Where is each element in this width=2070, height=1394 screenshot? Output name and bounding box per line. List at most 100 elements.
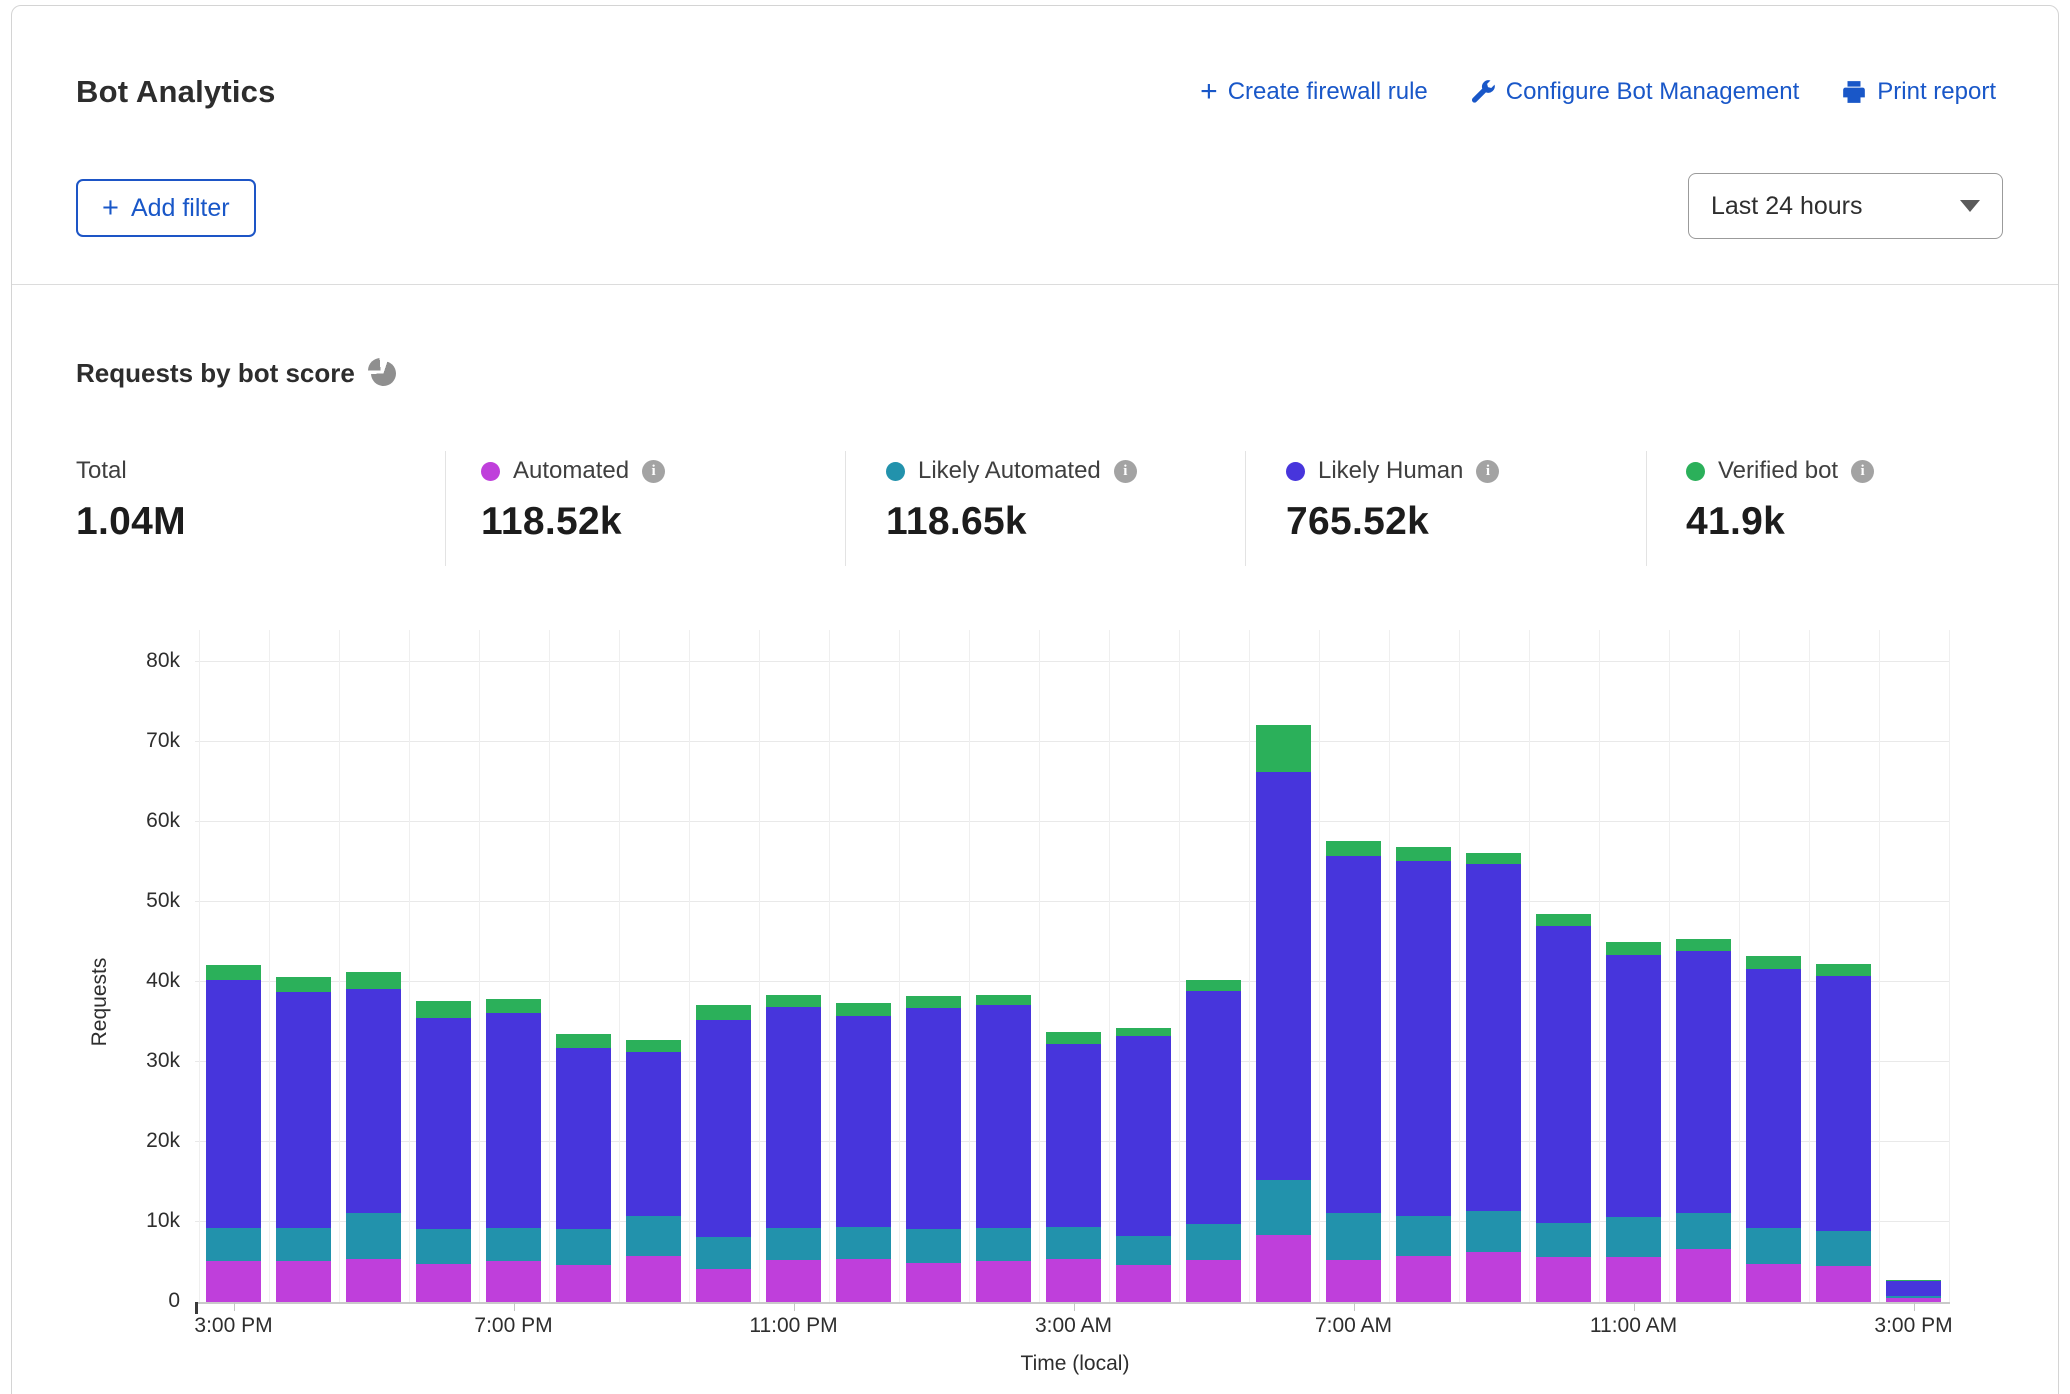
bar-group-9-00-pm[interactable] — [626, 1040, 681, 1302]
bar-segment-likely-automated[interactable] — [1676, 1213, 1731, 1249]
bar-segment-likely-automated[interactable] — [1116, 1236, 1171, 1265]
bar-segment-likely-automated[interactable] — [1256, 1180, 1311, 1235]
bar-segment-automated[interactable] — [556, 1265, 611, 1302]
bar-segment-verified-bot[interactable] — [1396, 847, 1451, 861]
bar-group-1-00-pm[interactable] — [1746, 956, 1801, 1302]
bar-segment-automated[interactable] — [1396, 1256, 1451, 1302]
bar-segment-likely-human[interactable] — [346, 989, 401, 1213]
bar-segment-verified-bot[interactable] — [486, 999, 541, 1013]
bar-segment-verified-bot[interactable] — [1466, 853, 1521, 863]
bar-segment-automated[interactable] — [1746, 1264, 1801, 1302]
bar-segment-likely-automated[interactable] — [1326, 1213, 1381, 1259]
bar-segment-automated[interactable] — [416, 1264, 471, 1302]
bar-segment-verified-bot[interactable] — [1536, 914, 1591, 926]
bar-segment-likely-automated[interactable] — [556, 1229, 611, 1265]
bar-segment-likely-human[interactable] — [1606, 955, 1661, 1217]
bar-segment-automated[interactable] — [1186, 1260, 1241, 1302]
bar-segment-likely-automated[interactable] — [1536, 1223, 1591, 1257]
bar-segment-likely-automated[interactable] — [486, 1228, 541, 1261]
bar-segment-verified-bot[interactable] — [1326, 841, 1381, 855]
bar-segment-verified-bot[interactable] — [766, 995, 821, 1007]
bar-group-10-00-am[interactable] — [1536, 914, 1591, 1302]
bar-segment-automated[interactable] — [626, 1256, 681, 1302]
bar-segment-automated[interactable] — [976, 1261, 1031, 1302]
bar-segment-automated[interactable] — [1466, 1252, 1521, 1302]
bar-group-4-00-pm[interactable] — [276, 977, 331, 1302]
bar-group-2-00-pm[interactable] — [1816, 964, 1871, 1302]
bar-segment-likely-automated[interactable] — [976, 1228, 1031, 1261]
info-icon[interactable]: i — [1114, 460, 1137, 483]
bar-segment-likely-human[interactable] — [486, 1013, 541, 1228]
bar-segment-likely-human[interactable] — [1396, 861, 1451, 1215]
bar-group-3-00-am[interactable] — [1046, 1032, 1101, 1302]
bar-segment-automated[interactable] — [1326, 1260, 1381, 1302]
bar-segment-verified-bot[interactable] — [1816, 964, 1871, 976]
bar-segment-likely-human[interactable] — [696, 1020, 751, 1238]
bar-segment-verified-bot[interactable] — [976, 995, 1031, 1005]
bar-segment-likely-human[interactable] — [836, 1016, 891, 1227]
bar-segment-likely-automated[interactable] — [766, 1228, 821, 1259]
bar-segment-verified-bot[interactable] — [556, 1034, 611, 1048]
bar-segment-verified-bot[interactable] — [1676, 939, 1731, 951]
bar-segment-likely-automated[interactable] — [416, 1229, 471, 1263]
bar-segment-verified-bot[interactable] — [1116, 1028, 1171, 1037]
bar-segment-likely-automated[interactable] — [906, 1229, 961, 1263]
bar-group-11-00-am[interactable] — [1606, 942, 1661, 1302]
time-range-select[interactable]: Last 24 hours — [1688, 173, 2003, 239]
bar-segment-likely-human[interactable] — [416, 1018, 471, 1229]
bar-segment-automated[interactable] — [206, 1261, 261, 1302]
bar-segment-likely-automated[interactable] — [626, 1216, 681, 1255]
bar-segment-likely-human[interactable] — [1186, 991, 1241, 1225]
bar-segment-verified-bot[interactable] — [696, 1005, 751, 1019]
bar-segment-likely-human[interactable] — [1536, 926, 1591, 1223]
bar-segment-verified-bot[interactable] — [836, 1003, 891, 1016]
bar-segment-verified-bot[interactable] — [1186, 980, 1241, 990]
bar-segment-likely-human[interactable] — [276, 992, 331, 1229]
bar-segment-likely-human[interactable] — [1746, 969, 1801, 1228]
bar-segment-verified-bot[interactable] — [416, 1001, 471, 1018]
create-firewall-rule-link[interactable]: + Create firewall rule — [1200, 78, 1428, 106]
bar-group-1-00-am[interactable] — [906, 996, 961, 1302]
bar-segment-automated[interactable] — [836, 1259, 891, 1302]
bar-group-11-00-pm[interactable] — [766, 995, 821, 1302]
bar-segment-likely-automated[interactable] — [1606, 1217, 1661, 1257]
bar-group-8-00-am[interactable] — [1396, 847, 1451, 1302]
bar-group-7-00-pm[interactable] — [486, 999, 541, 1302]
bar-segment-automated[interactable] — [1536, 1257, 1591, 1302]
bar-segment-likely-human[interactable] — [556, 1048, 611, 1230]
bar-group-7-00-am[interactable] — [1326, 841, 1381, 1302]
configure-bot-management-link[interactable]: Configure Bot Management — [1470, 78, 1800, 106]
add-filter-button[interactable]: + Add filter — [76, 179, 256, 237]
bar-group-5-00-am[interactable] — [1186, 980, 1241, 1302]
bar-segment-verified-bot[interactable] — [1256, 725, 1311, 772]
bar-segment-automated[interactable] — [1046, 1259, 1101, 1302]
bar-segment-likely-automated[interactable] — [206, 1228, 261, 1261]
bar-segment-likely-human[interactable] — [1046, 1044, 1101, 1226]
bar-segment-verified-bot[interactable] — [1606, 942, 1661, 955]
info-icon[interactable]: i — [1476, 460, 1499, 483]
bar-segment-likely-automated[interactable] — [1746, 1228, 1801, 1263]
bar-group-12-00-pm[interactable] — [1676, 939, 1731, 1302]
bar-group-2-00-am[interactable] — [976, 995, 1031, 1302]
bar-segment-automated[interactable] — [1676, 1249, 1731, 1302]
bar-group-5-00-pm[interactable] — [346, 972, 401, 1302]
bar-group-9-00-am[interactable] — [1466, 853, 1521, 1302]
bar-segment-likely-human[interactable] — [1816, 976, 1871, 1230]
bar-segment-verified-bot[interactable] — [206, 965, 261, 980]
bar-segment-likely-automated[interactable] — [1046, 1227, 1101, 1259]
bar-group-10-00-pm[interactable] — [696, 1005, 751, 1302]
bar-group-4-00-am[interactable] — [1116, 1028, 1171, 1302]
bar-segment-automated[interactable] — [486, 1261, 541, 1302]
bar-segment-likely-human[interactable] — [976, 1005, 1031, 1228]
bar-group-8-00-pm[interactable] — [556, 1034, 611, 1302]
bar-segment-likely-automated[interactable] — [346, 1213, 401, 1259]
bar-segment-automated[interactable] — [766, 1260, 821, 1302]
info-icon[interactable]: i — [642, 460, 665, 483]
bar-segment-automated[interactable] — [696, 1269, 751, 1302]
bar-group-12-00-am[interactable] — [836, 1003, 891, 1302]
bar-segment-likely-human[interactable] — [206, 980, 261, 1228]
bar-segment-automated[interactable] — [906, 1263, 961, 1302]
info-icon[interactable]: i — [1851, 460, 1874, 483]
bar-segment-automated[interactable] — [276, 1261, 331, 1302]
bar-segment-verified-bot[interactable] — [276, 977, 331, 991]
